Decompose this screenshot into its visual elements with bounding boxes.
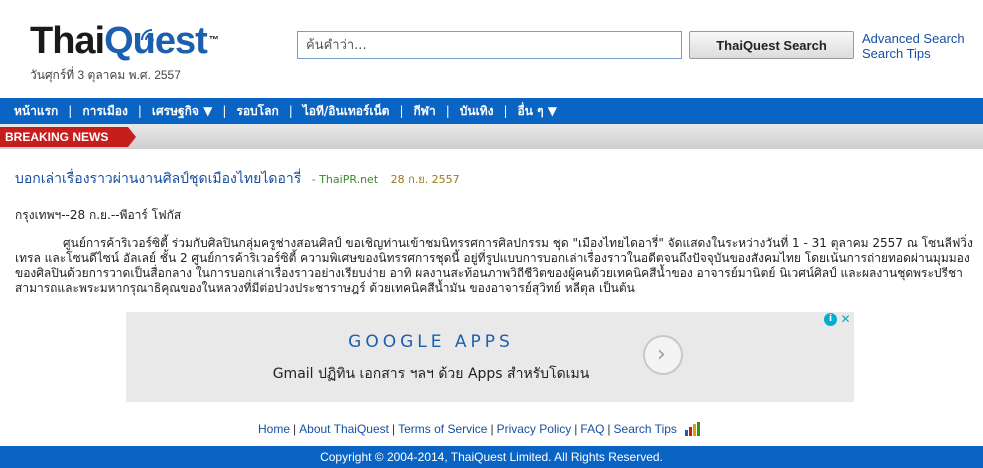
ad-info-icon[interactable]: i bbox=[824, 313, 837, 326]
search-input[interactable] bbox=[297, 31, 682, 59]
footer-separator: | bbox=[607, 422, 611, 436]
footer-links: Home | About ThaiQuest | Terms of Servic… bbox=[258, 422, 701, 436]
footer-link-home[interactable]: Home bbox=[258, 422, 290, 436]
ad-subtitle: Gmail ปฏิทิน เอกสาร ฯลฯ ด้วย Apps สำหรับ… bbox=[272, 366, 590, 382]
footer-link-search-tips[interactable]: Search Tips bbox=[614, 422, 677, 436]
search-button[interactable]: ThaiQuest Search bbox=[689, 31, 854, 59]
footer-separator: | bbox=[293, 422, 297, 436]
ad-close-icon[interactable]: ✕ bbox=[839, 313, 852, 326]
footer-separator: | bbox=[391, 422, 396, 436]
breaking-news-label: BREAKING NEWS bbox=[0, 127, 136, 147]
search-help-links: Advanced Search Search Tips bbox=[862, 31, 965, 61]
nav-item-entertainment[interactable]: บันเทิง bbox=[450, 102, 504, 121]
stats-counter-icon[interactable] bbox=[684, 422, 701, 436]
breaking-news-bar: BREAKING NEWS bbox=[0, 124, 983, 149]
footer-link-terms[interactable]: Terms of Service bbox=[398, 422, 487, 436]
search-tips-link[interactable]: Search Tips bbox=[862, 46, 965, 61]
current-date: วันศุกร์ที่ 3 ตุลาคม พ.ศ. 2557 bbox=[30, 68, 181, 82]
article-title-link[interactable]: บอกเล่าเรื่องราวผ่านงานศิลป์ชุดเมืองไทยไ… bbox=[15, 171, 301, 187]
nav-item-it-internet[interactable]: ไอที/อินเทอร์เน็ต bbox=[293, 102, 400, 121]
google-apps-ad[interactable]: GOOGLE APPS Gmail ปฏิทิน เอกสาร ฯลฯ ด้วย… bbox=[126, 312, 854, 402]
logo-signal-icon bbox=[141, 29, 154, 42]
article-body: ศูนย์การค้าริเวอร์ซิตี้ ร่วมกับศิลปินกลุ… bbox=[15, 236, 973, 295]
footer-separator: | bbox=[490, 422, 494, 436]
header: Thai Quest ™ วันศุกร์ที่ 3 ตุลาคม พ.ศ. 2… bbox=[0, 0, 983, 98]
logo-text-thai: Thai bbox=[30, 20, 105, 62]
copyright-bar: Copyright © 2004-2014, ThaiQuest Limited… bbox=[0, 446, 983, 468]
article-source: - ThaiPR.net bbox=[311, 173, 379, 186]
nav-item-economy[interactable]: เศรษฐกิจ ▼ bbox=[142, 102, 222, 121]
footer-link-privacy[interactable]: Privacy Policy bbox=[497, 422, 572, 436]
nav-item-home[interactable]: หน้าแรก bbox=[4, 102, 68, 121]
ad-choices: i ✕ bbox=[824, 313, 852, 326]
chevron-right-icon: › bbox=[657, 342, 666, 367]
thaiquest-logo[interactable]: Thai Quest ™ bbox=[30, 16, 219, 62]
nav-item-sports[interactable]: กีฬา bbox=[404, 102, 446, 121]
advanced-search-link[interactable]: Advanced Search bbox=[862, 31, 965, 46]
main-nav: หน้าแรก | การเมือง | เศรษฐกิจ ▼ | รอบโลก… bbox=[0, 98, 983, 124]
article-byline: กรุงเทพฯ--28 ก.ย.--พีอาร์ โฟกัส bbox=[15, 208, 182, 222]
nav-item-world[interactable]: รอบโลก bbox=[226, 102, 288, 121]
logo-trademark: ™ bbox=[208, 35, 219, 46]
article-header: บอกเล่าเรื่องราวผ่านงานศิลป์ชุดเมืองไทยไ… bbox=[15, 168, 460, 190]
article-date: 28 ก.ย. 2557 bbox=[390, 173, 460, 186]
footer-separator: | bbox=[574, 422, 578, 436]
footer-link-about[interactable]: About ThaiQuest bbox=[299, 422, 389, 436]
nav-item-other[interactable]: อื่น ๆ ▼ bbox=[508, 102, 567, 121]
ad-arrow-button[interactable]: › bbox=[643, 335, 683, 375]
nav-item-politics[interactable]: การเมือง bbox=[72, 102, 138, 121]
footer-link-faq[interactable]: FAQ bbox=[580, 422, 604, 436]
